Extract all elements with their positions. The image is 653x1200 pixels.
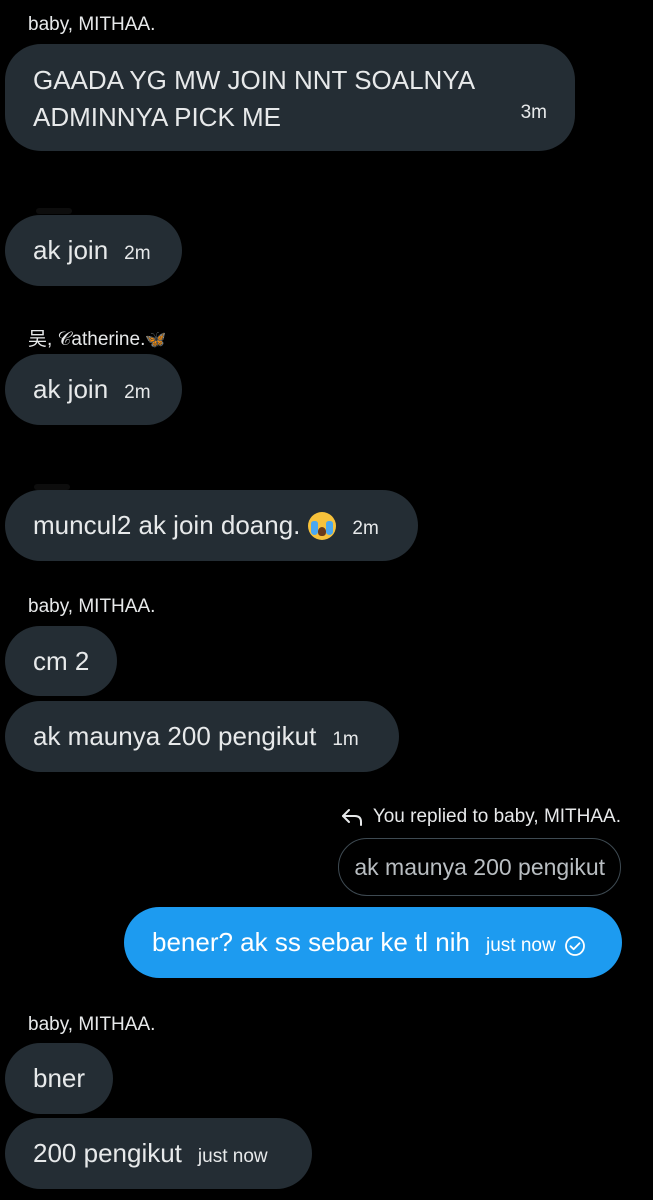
sender-name: baby, MITHAA. — [28, 596, 156, 617]
reply-arrow-icon — [341, 809, 362, 826]
message-time: 2m — [124, 382, 151, 403]
sender-name: 吴, 𝒞atherine.🦋 — [28, 324, 167, 351]
quoted-message[interactable]: ak maunya 200 pengikut — [338, 838, 621, 896]
sender-name: baby, MITHAA. — [28, 1014, 156, 1035]
sender-name: baby, MITHAA. — [28, 14, 156, 35]
message-time: just now — [485, 935, 556, 956]
message-text: muncul2 ak join doang. — [33, 510, 301, 540]
message-bubble[interactable]: muncul2 ak join doang. 2m — [5, 490, 418, 561]
reply-note-text: You replied to baby, MITHAA. — [372, 806, 621, 827]
reply-context: You replied to baby, MITHAA. — [341, 806, 621, 828]
sender-name-text: 吴, 𝒞atherine. — [28, 329, 146, 350]
message-text: ak join — [33, 235, 109, 265]
message-text: GAADA YG MW JOIN NNT SOALNYA ADMINNYA PI… — [33, 65, 474, 132]
message-text: ak maunya 200 pengikut — [33, 721, 317, 751]
message-bubble[interactable]: GAADA YG MW JOIN NNT SOALNYA ADMINNYA PI… — [5, 44, 575, 151]
message-time: 3m — [520, 102, 547, 123]
message-bubble[interactable]: bner — [5, 1043, 113, 1114]
crying-face-icon — [308, 511, 337, 540]
message-time: 2m — [124, 243, 151, 264]
redacted-mark — [36, 208, 72, 214]
message-time: 1m — [332, 729, 359, 750]
my-message-bubble[interactable]: bener? ak ss sebar ke tl nih just now — [124, 907, 622, 978]
message-bubble[interactable]: ak join 2m — [5, 215, 182, 286]
message-time-status: just now — [486, 928, 586, 957]
message-text: bner — [33, 1063, 86, 1093]
message-bubble[interactable]: ak join 2m — [5, 354, 182, 425]
message-text: 200 pengikut — [33, 1138, 182, 1168]
message-time: 2m — [352, 518, 379, 539]
butterfly-icon: 🦋 — [145, 330, 167, 349]
message-text: cm 2 — [33, 645, 90, 676]
message-text: ak join — [33, 374, 109, 404]
check-circle-icon — [564, 936, 585, 956]
message-time: just now — [197, 1146, 268, 1167]
message-text: bener? ak ss sebar ke tl nih — [152, 927, 470, 957]
message-bubble[interactable]: ak maunya 200 pengikut 1m — [5, 701, 399, 772]
message-bubble[interactable]: 200 pengikut just now — [5, 1118, 312, 1189]
quoted-text: ak maunya 200 pengikut — [354, 853, 605, 880]
message-bubble[interactable]: cm 2 — [5, 626, 117, 696]
